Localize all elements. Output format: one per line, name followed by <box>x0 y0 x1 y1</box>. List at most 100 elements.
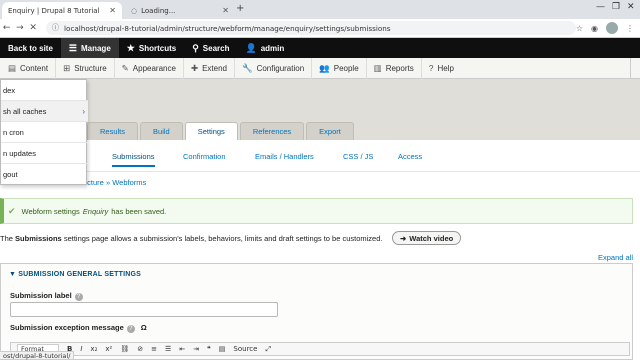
indent-icon[interactable]: ⇥ <box>193 345 199 353</box>
tray-item-extend[interactable]: ✚ Extend <box>184 57 235 79</box>
omega-icon[interactable]: Ω <box>141 323 147 332</box>
tab-results[interactable]: Results <box>87 122 139 140</box>
checkmark-icon: ✔ <box>8 205 16 216</box>
watch-video-label: Watch video <box>409 233 454 243</box>
tray-item-label: Content <box>20 63 49 73</box>
tab-references[interactable]: References <box>239 122 305 140</box>
dropdown-item-flush-caches[interactable]: sh all caches › <box>1 101 88 122</box>
unlink-icon[interactable]: ⊘ <box>137 345 143 353</box>
manage-label: Manage <box>80 43 111 53</box>
hamburger-icon: ☰ <box>68 42 77 53</box>
search-button[interactable]: ⚲ Search <box>184 38 237 58</box>
back-to-site-label: Back to site <box>8 43 53 53</box>
submission-label-label: Submission label? <box>10 291 83 301</box>
browser-tab-loading[interactable]: ◌ Loading... ✕ <box>125 2 235 19</box>
info-icon[interactable]: ⓘ <box>52 23 59 33</box>
dropdown-item-label: n cron <box>3 127 24 137</box>
chevron-right-icon: › <box>82 106 85 116</box>
back-to-site-button[interactable]: Back to site <box>0 38 61 58</box>
close-loading-icon[interactable]: ✕ <box>27 23 40 33</box>
intro-prefix: The <box>0 234 13 243</box>
exception-message-text: Submission exception message <box>10 323 124 332</box>
triangle-down-icon: ▼ <box>9 271 17 278</box>
numbered-list-icon[interactable]: ≡ <box>151 345 157 353</box>
browser-tab-active[interactable]: Enquiry | Drupal 8 Tutorial ✕ <box>2 2 122 19</box>
new-tab-button[interactable]: + <box>236 3 244 14</box>
forward-arrow-icon[interactable]: → <box>13 23 26 33</box>
profile-avatar[interactable] <box>606 22 618 34</box>
tray-item-label: Appearance <box>132 63 176 73</box>
expand-all-link[interactable]: Expand all <box>598 253 633 262</box>
subscript-icon[interactable]: x₂ <box>90 345 97 353</box>
tray-item-content[interactable]: ▤ Content <box>0 57 57 79</box>
star-bookmark-icon[interactable]: ☆ <box>576 24 583 33</box>
appearance-icon: ✎ <box>121 62 129 73</box>
dropdown-item-logout[interactable]: gout <box>1 164 88 185</box>
tray-item-label: Structure <box>74 63 107 73</box>
intro-rest: settings page allows a submission's labe… <box>63 234 383 243</box>
tray-item-people[interactable]: 👥 People <box>312 57 367 79</box>
maximize-icon[interactable]: ❐ <box>612 2 620 12</box>
address-bar-row: ← → ✕ ⓘ localhost/drupal-8-tutorial/admi… <box>0 19 640 38</box>
tray-item-reports[interactable]: ▥ Reports <box>367 57 422 79</box>
dropdown-item-run-cron[interactable]: n cron <box>1 122 88 143</box>
help-icon[interactable]: ? <box>74 293 83 301</box>
close-tab-icon[interactable]: ✕ <box>109 6 116 15</box>
window-close-icon[interactable]: ✕ <box>627 2 635 12</box>
close-tab-icon[interactable]: ✕ <box>222 6 229 15</box>
tab-title: Enquiry | Drupal 8 Tutorial <box>8 6 100 15</box>
tray-item-label: People <box>333 63 359 73</box>
tray-item-structure[interactable]: ⊞ Structure <box>56 57 115 79</box>
camera-icon[interactable]: ◉ <box>591 24 598 33</box>
tray-orientation-toggle[interactable] <box>630 57 640 79</box>
link-icon[interactable]: ⛓ <box>120 345 129 353</box>
italic-icon[interactable]: I <box>80 345 82 353</box>
help-icon[interactable]: ? <box>126 325 135 333</box>
outdent-icon[interactable]: ⇤ <box>179 345 185 353</box>
details-summary[interactable]: ▼ SUBMISSION GENERAL SETTINGS <box>9 271 141 278</box>
menu-kebab-icon[interactable]: ⋮ <box>626 24 634 33</box>
people-icon: 👥 <box>319 62 330 73</box>
dropdown-item-run-updates[interactable]: n updates <box>1 143 88 164</box>
bullet-list-icon[interactable]: ☰ <box>165 345 171 353</box>
watch-video-button[interactable]: ➜ Watch video <box>392 231 462 245</box>
tab-confirmation[interactable]: Confirmation <box>183 152 226 161</box>
superscript-icon[interactable]: x² <box>105 345 112 353</box>
tab-css-js[interactable]: CSS / JS <box>343 152 373 161</box>
editor-toolbar: Format B I x₂ x² ⛓ ⊘ ≡ ☰ ⇤ ⇥ ❝ ▤ Source … <box>10 342 630 356</box>
url-field[interactable]: ⓘ localhost/drupal-8-tutorial/admin/stru… <box>45 21 576 35</box>
tray-item-appearance[interactable]: ✎ Appearance <box>115 57 184 79</box>
manage-button[interactable]: ☰ Manage <box>60 38 119 58</box>
dropdown-item-label: gout <box>3 170 18 179</box>
status-message-name: Enquiry <box>82 206 109 216</box>
dropdown-item-index[interactable]: dex <box>1 80 88 101</box>
source-icon[interactable]: ▤ <box>219 345 226 353</box>
content-icon: ▤ <box>8 62 17 73</box>
submission-label-input[interactable] <box>10 302 278 317</box>
user-button[interactable]: 👤 admin <box>237 38 292 58</box>
tray-item-help[interactable]: ? Help <box>422 58 461 79</box>
minimize-icon[interactable]: — <box>596 2 605 12</box>
tab-submissions[interactable]: Submissions <box>112 152 155 167</box>
tray-item-configuration[interactable]: 🔧 Configuration <box>235 57 313 79</box>
tray-item-label: Configuration <box>256 63 305 73</box>
user-icon: 👤 <box>245 42 257 53</box>
shortcuts-button[interactable]: ★ Shortcuts <box>119 38 184 58</box>
source-label[interactable]: Source <box>233 345 257 353</box>
tray-item-label: Extend <box>202 63 227 73</box>
star-icon: ★ <box>126 42 135 53</box>
blockquote-icon[interactable]: ❝ <box>207 345 211 353</box>
status-message: ✔ Webform settings Enquiry has been save… <box>0 198 633 224</box>
tab-settings[interactable]: Settings <box>184 122 238 140</box>
tab-build[interactable]: Build <box>140 122 183 140</box>
admin-tray: ▤ Content ⊞ Structure ✎ Appearance ✚ Ext… <box>0 57 640 79</box>
maximize-icon[interactable]: ⤢ <box>265 345 271 354</box>
back-arrow-icon[interactable]: ← <box>0 23 13 33</box>
tab-access[interactable]: Access <box>398 152 422 161</box>
tab-emails-handlers[interactable]: Emails / Handlers <box>255 152 314 161</box>
breadcrumb-webforms[interactable]: Webforms <box>112 178 146 187</box>
tab-export[interactable]: Export <box>306 122 354 140</box>
tray-item-label: Help <box>437 63 454 73</box>
help-icon: ? <box>428 63 434 73</box>
play-arrow-icon: ➜ <box>400 233 407 243</box>
